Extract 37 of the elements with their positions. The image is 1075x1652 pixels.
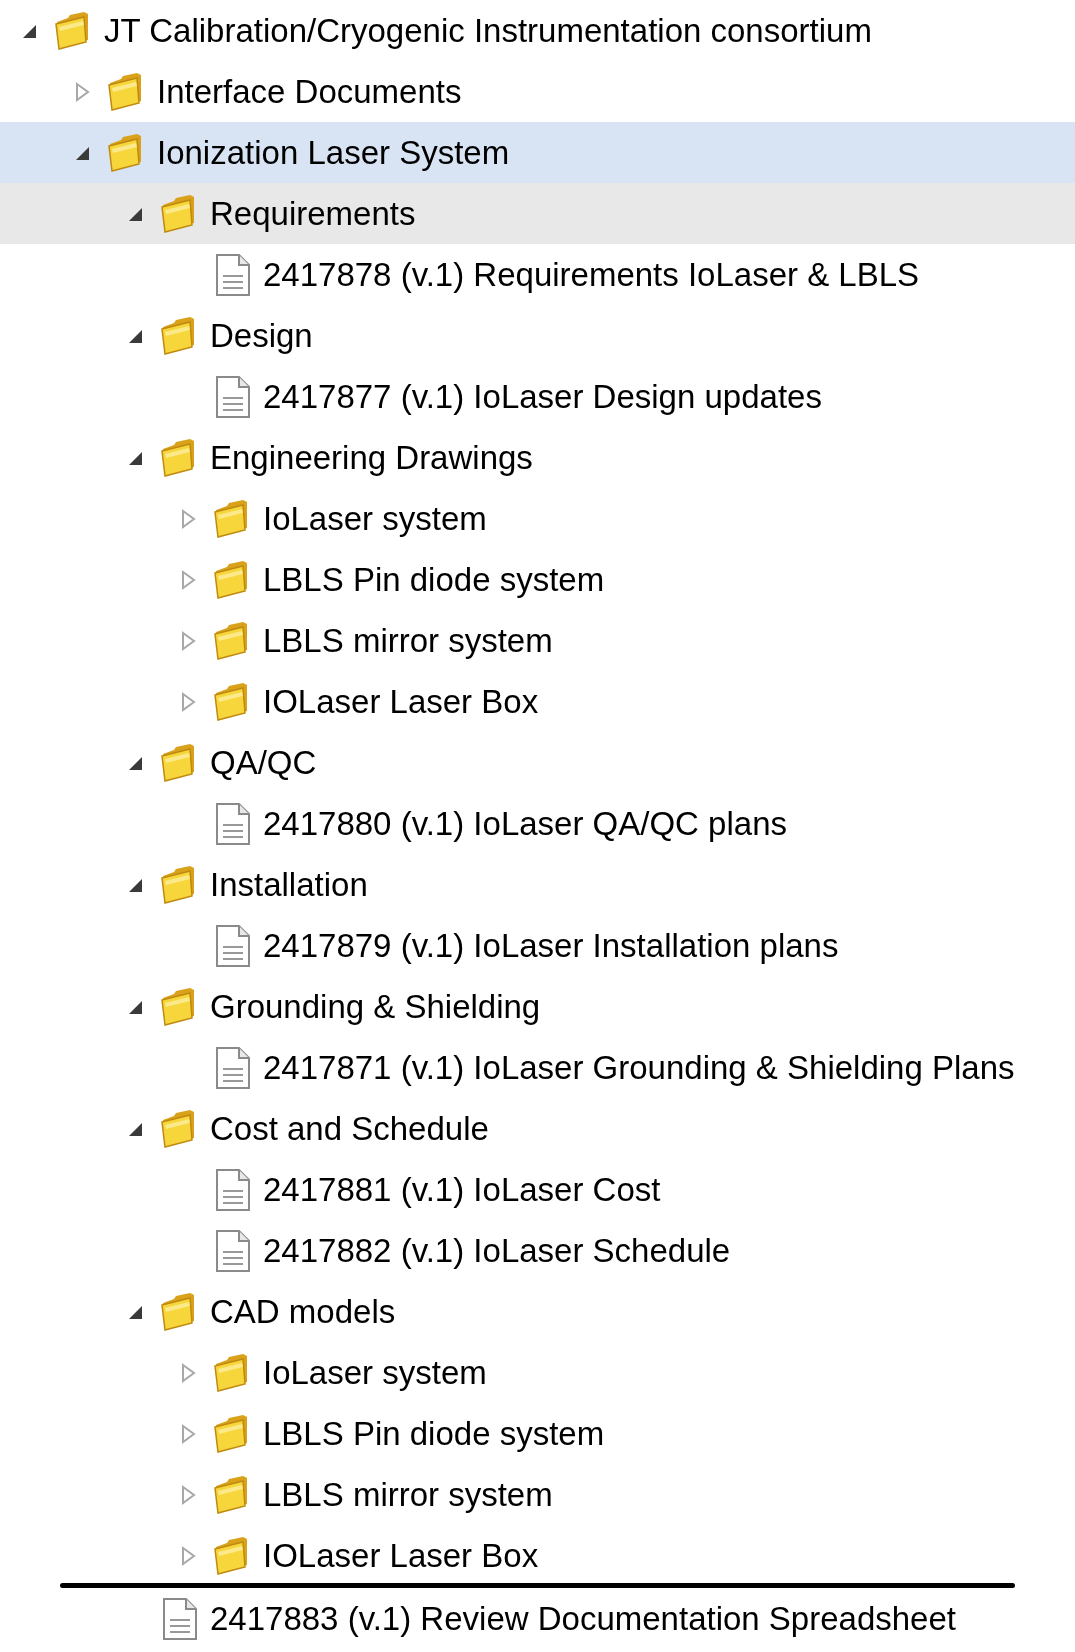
document-icon [162,1597,198,1640]
item-label: 2417881 (v.1) IoLaser Cost [263,1173,661,1206]
tree-row[interactable]: Requirements [0,183,1075,244]
item-label: 2417880 (v.1) IoLaser QA/QC plans [263,807,787,840]
item-label: Cost and Schedule [210,1112,489,1145]
item-label: Ionization Laser System [157,136,510,169]
item-label: LBLS Pin diode system [263,1417,605,1450]
item-label: Engineering Drawings [210,441,533,474]
item-label: Design [210,319,313,352]
item-label: CAD models [210,1295,396,1328]
item-label: 2417871 (v.1) IoLaser Grounding & Shielding Plans [263,1051,1015,1084]
item-label: Requirements [210,197,416,230]
item-label: 2417878 (v.1) Requirements IoLaser & LBLS [263,258,920,291]
item-label: IoLaser system [263,502,487,535]
item-label: Installation [210,868,368,901]
tree-row[interactable]: Ionization Laser System [0,122,1075,183]
document-icon [215,1046,251,1089]
item-label: LBLS mirror system [263,1478,553,1511]
document-icon [215,253,251,296]
document-icon [215,375,251,418]
item-label: 2417879 (v.1) IoLaser Installation plans [263,929,839,962]
item-label: 2417877 (v.1) IoLaser Design updates [263,380,822,413]
item-label: JT Calibration/Cryogenic Instrumentation consortium [104,14,872,47]
item-label: QA/QC [210,746,317,779]
item-label: Interface Documents [157,75,462,108]
document-icon [215,802,251,845]
document-icon [215,1229,251,1272]
item-label: 2417882 (v.1) IoLaser Schedule [263,1234,731,1267]
document-icon [215,1168,251,1211]
item-label: LBLS mirror system [263,624,553,657]
item-label: IOLaser Laser Box [263,685,539,718]
item-label: Grounding & Shielding [210,990,541,1023]
item-label: LBLS Pin diode system [263,563,605,596]
item-label: IOLaser Laser Box [263,1539,539,1572]
document-icon [215,924,251,967]
item-label: 2417883 (v.1) Review Documentation Spreadsheet [210,1602,956,1635]
item-label: IoLaser system [263,1356,487,1389]
